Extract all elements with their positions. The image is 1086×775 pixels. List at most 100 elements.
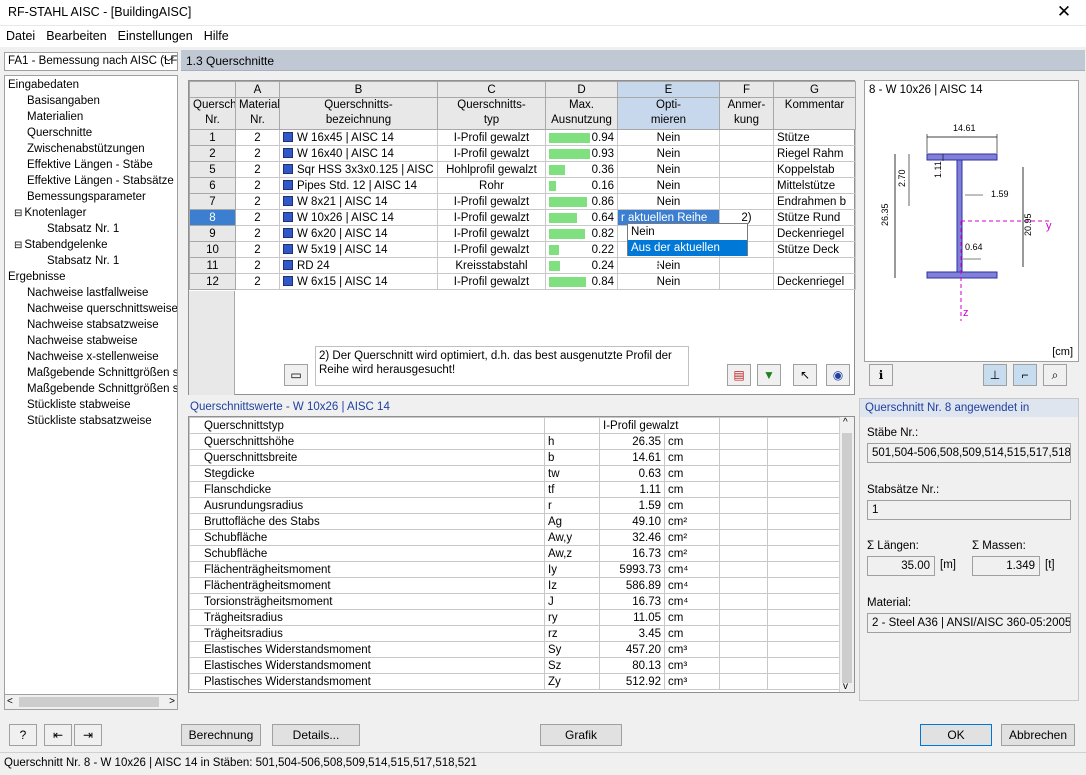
expand-icon[interactable]: ⊟: [14, 240, 22, 251]
value-row[interactable]: Torsionsträgheitsmoment J 16.73 cm⁴: [189, 593, 841, 610]
comment-cell[interactable]: Stütze: [773, 129, 856, 146]
tree-item[interactable]: Eingabedaten: [8, 78, 79, 92]
graphic-button[interactable]: Grafik: [540, 724, 622, 746]
optimize-cell[interactable]: Nein: [617, 273, 720, 290]
tree-item[interactable]: Effektive Längen - Stäbe: [27, 158, 153, 172]
name-cell[interactable]: W 16x45 | AISC 14: [279, 129, 438, 146]
optimize-cell[interactable]: Nein: [617, 161, 720, 178]
calculation-button[interactable]: Berechnung: [181, 724, 261, 746]
optimize-cell[interactable]: Nein: [617, 193, 720, 210]
case-select[interactable]: FA1 - Bemessung nach AISC (LF ﹀: [4, 52, 178, 71]
value-row[interactable]: Querschnittshöhe h 26.35 cm: [189, 433, 841, 450]
value-row[interactable]: Ausrundungsradius r 1.59 cm: [189, 497, 841, 514]
tree-item[interactable]: Effektive Längen - Stabsätze: [27, 174, 174, 188]
tree-item[interactable]: Querschnitte: [27, 126, 92, 140]
tree-item[interactable]: Stückliste stabsatzweise: [27, 414, 152, 428]
comment-cell[interactable]: Mittelstütze: [773, 177, 856, 194]
table-row[interactable]: 5 2 Sqr HSS 3x3x0.125 | AISC Hohlprofil gew…: [189, 161, 856, 178]
table-row[interactable]: 12 2 W 6x15 | AISC 14 I-Profil gewalzt 0.84 N…: [189, 273, 856, 290]
type-cell[interactable]: I-Profil gewalzt: [437, 209, 546, 226]
material-field[interactable]: 2 - Steel A36 | ANSI/AISC 360-05:2005-(: [867, 613, 1071, 633]
remark-cell[interactable]: [719, 193, 774, 210]
row-number[interactable]: 1: [189, 129, 236, 146]
tree-item[interactable]: Nachweise querschnittsweise: [27, 302, 177, 316]
material-cell[interactable]: 2: [235, 225, 280, 242]
type-cell[interactable]: I-Profil gewalzt: [437, 145, 546, 162]
tree-item[interactable]: Stückliste stabweise: [27, 398, 131, 412]
row-number[interactable]: 8: [189, 209, 236, 226]
name-cell[interactable]: Pipes Std. 12 | AISC 14: [279, 177, 438, 194]
select-cursor-icon[interactable]: ↖: [793, 364, 817, 386]
menu-hilfe[interactable]: Hilfe: [198, 26, 234, 43]
menu-bearbeiten[interactable]: Bearbeiten: [40, 26, 111, 43]
optimize-cell[interactable]: Nein: [617, 129, 720, 146]
tree-item[interactable]: Bemessungsparameter: [27, 190, 146, 204]
column-letter[interactable]: G: [773, 81, 856, 98]
name-cell[interactable]: Sqr HSS 3x3x0.125 | AISC: [279, 161, 438, 178]
comment-cell[interactable]: [773, 257, 856, 274]
remark-cell[interactable]: [719, 177, 774, 194]
material-cell[interactable]: 2: [235, 257, 280, 274]
name-cell[interactable]: W 6x20 | AISC 14: [279, 225, 438, 242]
value-row[interactable]: Querschnittsbreite b 14.61 cm: [189, 449, 841, 466]
value-row[interactable]: Querschnittstyp I-Profil gewalzt: [189, 417, 841, 434]
value-row[interactable]: Flanschdicke tf 1.11 cm: [189, 481, 841, 498]
sets-field[interactable]: 1: [867, 500, 1071, 520]
material-cell[interactable]: 2: [235, 241, 280, 258]
optimize-cell[interactable]: Nein: [617, 145, 720, 162]
value-row[interactable]: Flächenträgheitsmoment Iz 586.89 cm⁴: [189, 577, 841, 594]
comment-cell[interactable]: Endrahmen b: [773, 193, 856, 210]
help-icon[interactable]: ?: [9, 724, 37, 746]
row-number[interactable]: 7: [189, 193, 236, 210]
table-row[interactable]: 92 W 6x20 | AISC 14 I-Profil gewalzt 0.82 De…: [189, 225, 856, 242]
type-cell[interactable]: Rohr: [437, 177, 546, 194]
table-row[interactable]: 6 2 Pipes Std. 12 | AISC 14 Rohr 0.16 Nein Mit…: [189, 177, 856, 194]
details-button[interactable]: Details...: [272, 724, 360, 746]
row-number[interactable]: 6: [189, 177, 236, 194]
value-row[interactable]: Schubfläche Aw,z 16.73 cm²: [189, 545, 841, 562]
members-field[interactable]: 501,504-506,508,509,514,515,517,518: [867, 443, 1071, 463]
table-row[interactable]: 10 2 W 5x19 | AISC 14 I-Profil gewalzt 0.22 S…: [189, 241, 856, 258]
row-number[interactable]: 2: [189, 145, 236, 162]
row-number[interactable]: 10: [189, 241, 236, 258]
name-cell[interactable]: W 16x40 | AISC 14: [279, 145, 438, 162]
name-cell[interactable]: W 6x15 | AISC 14: [279, 273, 438, 290]
remark-cell[interactable]: [719, 257, 774, 274]
value-row[interactable]: Plastisches Widerstandsmoment Zy 512.92 cm³: [189, 673, 841, 690]
tree-item[interactable]: Nachweise x-stellenweise: [27, 350, 159, 364]
optimize-dropdown[interactable]: Nein Aus der aktuellen Reihe: [627, 223, 748, 270]
column-letter[interactable]: E: [617, 81, 720, 98]
menu-datei[interactable]: Datei: [0, 26, 40, 43]
type-cell[interactable]: Kreisstabstahl: [437, 257, 546, 274]
value-row[interactable]: Elastisches Widerstandsmoment Sy 457.20 cm³: [189, 641, 841, 658]
table-row[interactable]: 72 W 8x21 | AISC 14 I-Profil gewalzt 0.86 Ne…: [189, 193, 856, 210]
column-letter[interactable]: D: [545, 81, 618, 98]
material-cell[interactable]: 2: [235, 209, 280, 226]
dropdown-option-aktuelle-reihe[interactable]: Aus der aktuellen Reihe: [628, 240, 747, 270]
material-cell[interactable]: 2: [235, 129, 280, 146]
name-cell[interactable]: W 10x26 | AISC 14: [279, 209, 438, 226]
tree-item[interactable]: Nachweise lastfallweise: [27, 286, 148, 300]
material-cell[interactable]: 2: [235, 193, 280, 210]
tree-item[interactable]: Maßgebende Schnittgrößen sta: [27, 366, 177, 380]
values-scrollbar[interactable]: ^ v: [839, 417, 854, 692]
tree-item[interactable]: ⊟ Knotenlager: [14, 206, 86, 221]
row-number[interactable]: 11: [189, 257, 236, 274]
row-number[interactable]: 12: [189, 273, 236, 290]
material-cell[interactable]: 2: [235, 273, 280, 290]
name-cell[interactable]: W 5x19 | AISC 14: [279, 241, 438, 258]
scroll-left-icon[interactable]: <: [7, 696, 13, 707]
scroll-right-icon[interactable]: >: [169, 696, 175, 707]
column-letter[interactable]: C: [437, 81, 546, 98]
tree-item[interactable]: ⊟ Stabendgelenke: [14, 238, 108, 253]
optimize-cell[interactable]: Nein: [617, 177, 720, 194]
ok-button[interactable]: OK: [920, 724, 992, 746]
table-row[interactable]: 11 2 RD 24 Kreisstabstahl 0.24 Nein: [189, 257, 856, 274]
previous-icon[interactable]: ⇤: [44, 724, 72, 746]
next-icon[interactable]: ⇥: [74, 724, 102, 746]
tree-item[interactable]: Nachweise stabsatzweise: [27, 318, 159, 332]
value-row[interactable]: Stegdicke tw 0.63 cm: [189, 465, 841, 482]
value-row[interactable]: Schubfläche Aw,y 32.46 cm²: [189, 529, 841, 546]
type-cell[interactable]: I-Profil gewalzt: [437, 225, 546, 242]
dimension-icon[interactable]: ⌐: [1013, 364, 1037, 386]
